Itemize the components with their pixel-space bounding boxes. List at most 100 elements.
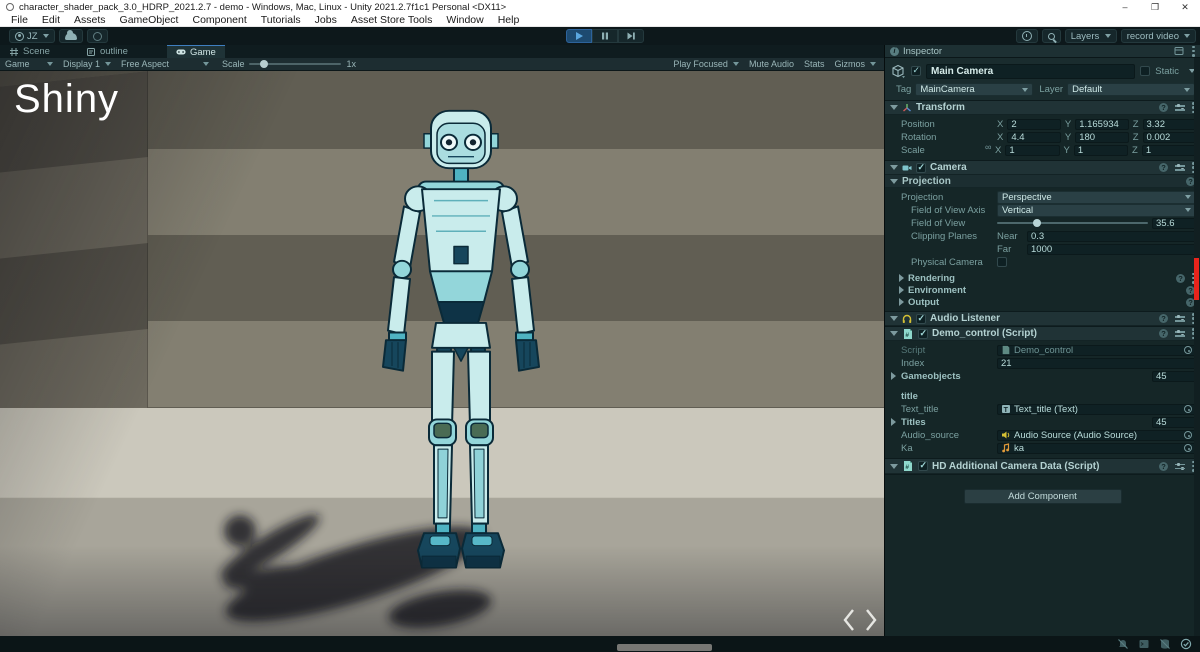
check-circle-icon[interactable] (1180, 638, 1192, 650)
close-button[interactable]: ✕ (1170, 0, 1200, 14)
static-checkbox[interactable] (1140, 66, 1150, 76)
far-field[interactable]: 1000 (1027, 244, 1196, 255)
layers-dropdown[interactable]: Layers (1065, 29, 1117, 43)
hd-camera-enabled-checkbox[interactable] (918, 461, 928, 471)
fov-slider-thumb[interactable] (1033, 219, 1041, 227)
prev-character-arrow[interactable] (840, 607, 858, 633)
presets-icon[interactable] (1175, 314, 1185, 323)
menu-component[interactable]: Component (185, 14, 253, 27)
transform-header[interactable]: Transform ? (885, 101, 1200, 115)
game-viewport[interactable]: Shiny (0, 71, 884, 636)
fov-value-field[interactable]: 35.6 (1152, 218, 1196, 229)
search-button[interactable] (1042, 29, 1061, 43)
menu-asset-store-tools[interactable]: Asset Store Tools (344, 14, 440, 27)
mute-audio-toggle[interactable]: Mute Audio (744, 58, 799, 71)
menu-help[interactable]: Help (491, 14, 527, 27)
camera-enabled-checkbox[interactable] (916, 163, 926, 173)
dock-icon[interactable] (1174, 46, 1184, 56)
record-video-dropdown[interactable]: record video (1121, 29, 1196, 43)
gameobject-name-field[interactable]: Main Camera (926, 64, 1135, 79)
history-button[interactable] (1016, 29, 1038, 43)
tab-scene[interactable]: Scene (0, 45, 59, 58)
pause-button[interactable] (592, 29, 618, 43)
fov-slider[interactable] (997, 222, 1148, 224)
gizmos-dropdown[interactable]: Gizmos (829, 58, 881, 71)
menu-tutorials[interactable]: Tutorials (254, 14, 308, 27)
presets-icon[interactable] (1175, 462, 1185, 471)
output-section[interactable]: Output ? (885, 296, 1200, 308)
object-picker-icon[interactable] (1184, 444, 1192, 452)
camera-header[interactable]: Camera ? (885, 161, 1200, 175)
rendering-section[interactable]: Rendering ? (885, 272, 1200, 284)
minimize-button[interactable]: – (1110, 0, 1140, 14)
index-field[interactable]: 21 (997, 358, 1196, 369)
presets-icon[interactable] (1175, 329, 1185, 338)
display-target-dropdown[interactable]: Display 1 (58, 58, 116, 71)
foldout-open-icon[interactable] (890, 105, 898, 110)
play-focused-dropdown[interactable]: Play Focused (668, 58, 744, 71)
foldout-open-icon[interactable] (890, 165, 898, 170)
physical-camera-checkbox[interactable] (997, 257, 1007, 267)
inspector-scrollbar[interactable] (1194, 58, 1200, 636)
projection-dropdown[interactable]: Perspective (997, 191, 1196, 204)
inspector-menu-icon[interactable] (1192, 46, 1195, 57)
scale-z-field[interactable]: 1 (1142, 145, 1196, 156)
position-z-field[interactable]: 3.32 (1143, 119, 1197, 130)
near-field[interactable]: 0.3 (1027, 231, 1196, 242)
menu-jobs[interactable]: Jobs (308, 14, 344, 27)
stats-toggle[interactable]: Stats (799, 58, 830, 71)
audio-listener-enabled-checkbox[interactable] (916, 314, 926, 324)
presets-icon[interactable] (1175, 163, 1185, 172)
audio-listener-header[interactable]: Audio Listener ? (885, 312, 1200, 326)
tag-dropdown[interactable]: MainCamera (915, 83, 1033, 96)
constrain-proportions-icon[interactable] (985, 146, 993, 154)
inspector-tab[interactable]: i Inspector (885, 45, 1200, 58)
fov-axis-dropdown[interactable]: Vertical (997, 204, 1196, 217)
tab-outline[interactable]: outline (77, 45, 137, 58)
menu-edit[interactable]: Edit (35, 14, 67, 27)
scale-x-field[interactable]: 1 (1005, 145, 1059, 156)
gameobject-cube-icon[interactable] (890, 63, 906, 79)
text-title-field[interactable]: T Text_title (Text) (997, 404, 1196, 415)
help-icon[interactable]: ? (1159, 314, 1168, 323)
restore-button[interactable]: ❐ (1140, 0, 1170, 14)
environment-section[interactable]: Environment ? (885, 284, 1200, 296)
notifications-muted-icon[interactable] (1117, 638, 1129, 650)
add-component-button[interactable]: Add Component (964, 489, 1122, 504)
object-picker-icon[interactable] (1184, 405, 1192, 413)
menu-gameobject[interactable]: GameObject (113, 14, 186, 27)
menu-assets[interactable]: Assets (67, 14, 113, 27)
foldout-open-icon[interactable] (890, 464, 898, 469)
demo-control-enabled-checkbox[interactable] (918, 329, 928, 339)
account-dropdown[interactable]: JZ (9, 29, 55, 43)
cache-server-disabled-icon[interactable] (1159, 638, 1171, 650)
help-icon[interactable]: ? (1159, 163, 1168, 172)
layer-dropdown[interactable]: Default (1067, 83, 1195, 96)
gameobjects-row[interactable]: Gameobjects 45 (889, 370, 1196, 382)
scale-y-field[interactable]: 1 (1074, 145, 1128, 156)
demo-control-header[interactable]: # Demo_control (Script) ? (885, 327, 1200, 341)
aspect-dropdown[interactable]: Free Aspect (116, 58, 214, 71)
scale-slider-thumb[interactable] (260, 60, 268, 68)
titles-count-field[interactable]: 45 (1152, 417, 1196, 428)
next-character-arrow[interactable] (862, 607, 880, 633)
object-picker-icon[interactable] (1184, 431, 1192, 439)
help-icon[interactable]: ? (1176, 274, 1185, 283)
ka-field[interactable]: ka (997, 443, 1196, 454)
position-y-field[interactable]: 1.165934 (1075, 119, 1129, 130)
step-button[interactable] (618, 29, 644, 43)
services-button[interactable] (87, 29, 108, 43)
titles-row[interactable]: Titles 45 (889, 416, 1196, 428)
scale-slider[interactable] (249, 63, 341, 65)
audio-source-field[interactable]: Audio Source (Audio Source) (997, 430, 1196, 441)
cloud-button[interactable] (59, 29, 83, 43)
help-icon[interactable]: ? (1159, 462, 1168, 471)
script-field[interactable]: Demo_control (997, 345, 1196, 356)
menu-window[interactable]: Window (439, 14, 490, 27)
tab-game[interactable]: Game (167, 45, 225, 58)
help-icon[interactable]: ? (1159, 103, 1168, 112)
console-status-icon[interactable] (1138, 638, 1150, 650)
rotation-x-field[interactable]: 4.4 (1007, 132, 1061, 143)
rotation-z-field[interactable]: 0.002 (1143, 132, 1197, 143)
projection-group[interactable]: Projection ? (885, 175, 1200, 188)
